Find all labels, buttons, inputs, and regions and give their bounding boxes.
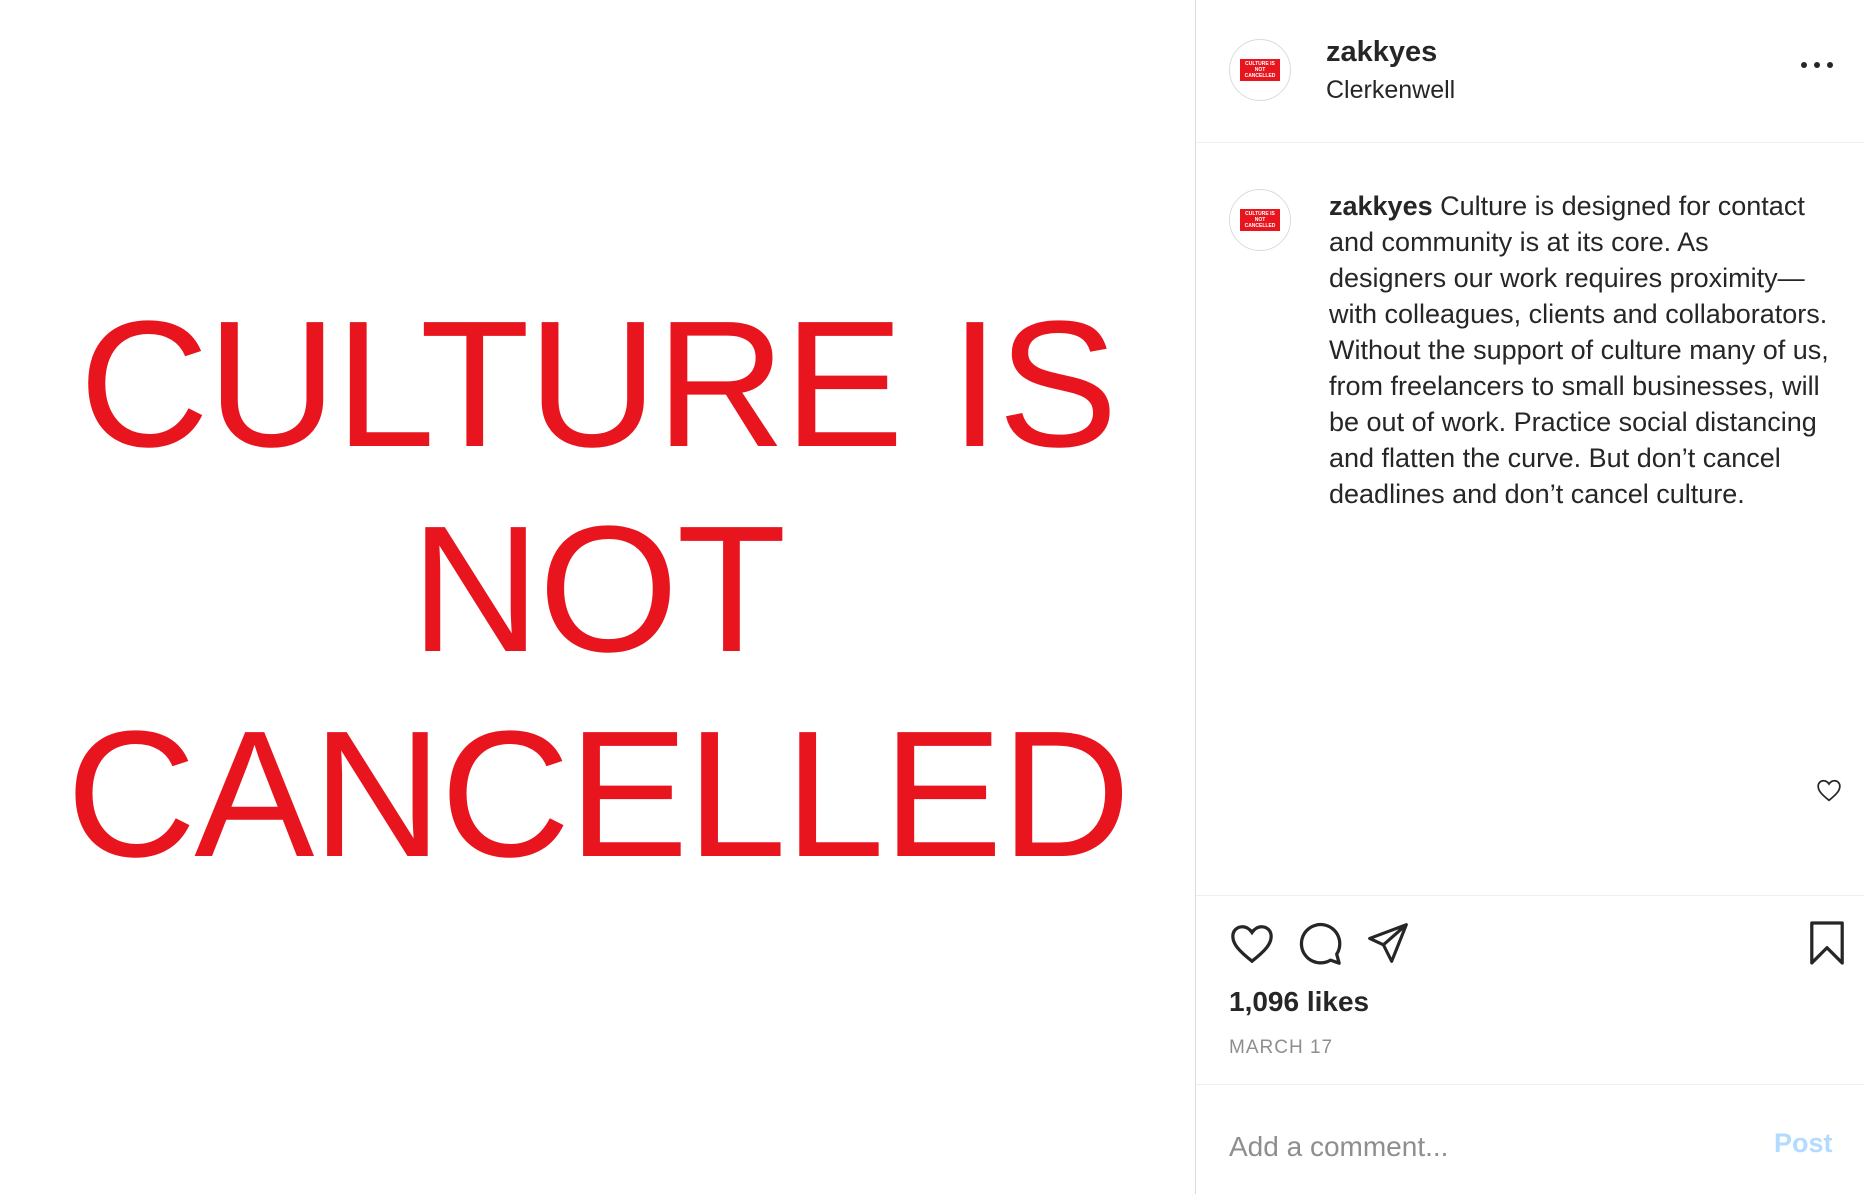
post-header: CULTURE IS NOT CANCELLED zakkyes Clerken… — [1196, 0, 1864, 143]
post-image[interactable]: CULTURE IS NOT CANCELLED — [0, 0, 1195, 1194]
caption-body: Culture is designed for contact and comm… — [1329, 191, 1829, 509]
comment-bar: Post — [1196, 1084, 1864, 1194]
comment-icon[interactable] — [1297, 921, 1343, 967]
post-date[interactable]: MARCH 17 — [1229, 1037, 1333, 1059]
header-location[interactable]: Clerkenwell — [1326, 76, 1455, 105]
post-button[interactable]: Post — [1774, 1128, 1833, 1159]
image-text-line-2: NOT — [410, 489, 787, 690]
avatar[interactable]: CULTURE IS NOT CANCELLED — [1229, 39, 1291, 101]
caption-username[interactable]: zakkyes — [1329, 191, 1433, 221]
action-bar: 1,096 likes MARCH 17 — [1196, 895, 1864, 1085]
likes-count[interactable]: 1,096 likes — [1229, 986, 1369, 1018]
more-options-icon[interactable] — [1801, 58, 1833, 72]
caption-section: CULTURE IS NOT CANCELLED zakkyes Culture… — [1196, 143, 1864, 895]
caption-avatar[interactable]: CULTURE IS NOT CANCELLED — [1229, 189, 1291, 251]
avatar-badge: CULTURE IS NOT CANCELLED — [1240, 59, 1280, 81]
comment-input[interactable] — [1229, 1127, 1699, 1167]
avatar-badge-line: CANCELLED — [1244, 73, 1276, 79]
caption-text: zakkyes Culture is designed for contact … — [1329, 188, 1829, 512]
avatar-badge: CULTURE IS NOT CANCELLED — [1240, 209, 1280, 231]
heart-icon[interactable] — [1229, 921, 1275, 965]
image-text-line-1: CULTURE IS — [79, 284, 1118, 485]
post-details-panel: CULTURE IS NOT CANCELLED zakkyes Clerken… — [1195, 0, 1864, 1194]
instagram-post: CULTURE IS NOT CANCELLED CULTURE IS NOT … — [0, 0, 1864, 1194]
header-username[interactable]: zakkyes — [1326, 36, 1437, 69]
heart-icon[interactable] — [1816, 778, 1842, 802]
avatar-badge-line: CANCELLED — [1244, 223, 1276, 229]
image-text-line-3: CANCELLED — [66, 694, 1130, 895]
bookmark-icon[interactable] — [1808, 920, 1846, 966]
share-icon[interactable] — [1366, 921, 1410, 965]
